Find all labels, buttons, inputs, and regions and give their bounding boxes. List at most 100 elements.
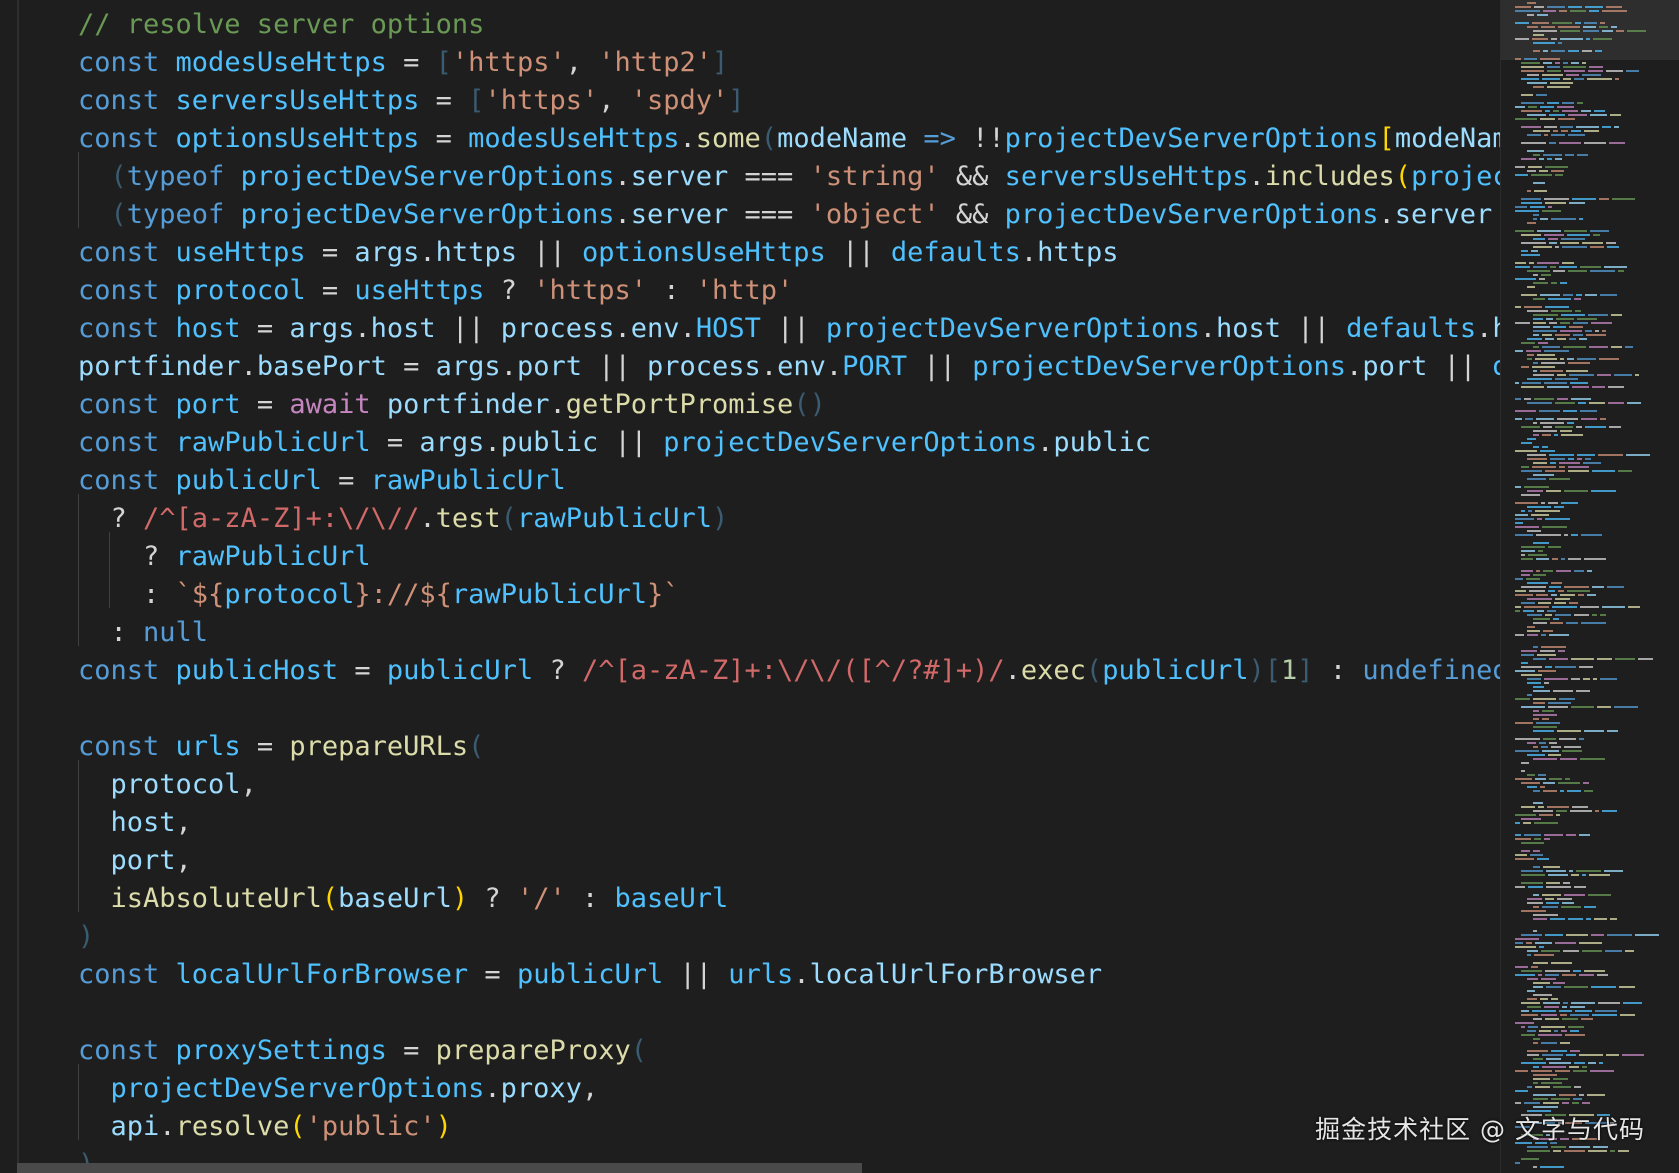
code-line[interactable]: const urls = prepareURLs( — [78, 728, 484, 766]
minimap-line — [1527, 490, 1543, 492]
minimap-line — [1521, 294, 1537, 296]
minimap-line — [1552, 558, 1558, 560]
minimap-line — [1533, 282, 1548, 284]
code-line[interactable]: ? rawPublicUrl — [78, 538, 371, 576]
minimap-line — [1527, 74, 1539, 76]
code-line[interactable]: const rawPublicUrl = args.public || proj… — [78, 424, 1151, 462]
minimap-line — [1515, 1090, 1528, 1092]
code-line[interactable]: : `${protocol}://${rawPublicUrl}` — [78, 576, 680, 614]
minimap-line — [1527, 694, 1532, 696]
code-token: process — [500, 313, 615, 344]
minimap-line — [1616, 30, 1624, 32]
code-line[interactable]: const port = await portfinder.getPortPro… — [78, 386, 826, 424]
minimap-line — [1549, 658, 1568, 660]
minimap-line — [1515, 814, 1536, 816]
minimap-line — [1515, 1102, 1521, 1104]
code-token: || — [598, 427, 664, 458]
minimap-line — [1579, 666, 1593, 668]
minimap-line — [1579, 974, 1594, 976]
code-line[interactable]: // resolve server options — [78, 6, 484, 44]
minimap-line — [1545, 202, 1566, 204]
code-line[interactable]: ) — [78, 918, 94, 956]
minimap[interactable] — [1500, 0, 1679, 1173]
minimap-line — [1536, 418, 1554, 420]
code-line[interactable]: (typeof projectDevServerOptions.server =… — [78, 196, 1500, 234]
minimap-line — [1527, 634, 1538, 636]
code-line[interactable]: projectDevServerOptions.proxy, — [78, 1070, 599, 1108]
code-line[interactable]: portfinder.basePort = args.port || proce… — [78, 348, 1500, 386]
minimap-line — [1555, 1070, 1570, 1072]
code-line[interactable]: const modesUseHttps = ['https', 'http2'] — [78, 44, 728, 82]
code-editor[interactable]: // resolve server options const modesUseH… — [0, 0, 1500, 1173]
minimap-line — [1591, 934, 1604, 936]
minimap-line — [1521, 602, 1535, 604]
minimap-line — [1605, 950, 1622, 952]
code-line[interactable]: const localUrlForBrowser = publicUrl || … — [78, 956, 1102, 994]
code-line[interactable]: const protocol = useHttps ? 'https' : 'h… — [78, 272, 793, 310]
minimap-line — [1544, 682, 1549, 684]
minimap-line — [1550, 622, 1563, 624]
code-line[interactable]: : null — [78, 614, 209, 652]
minimap-line — [1544, 678, 1568, 680]
code-line[interactable]: const host = args.host || process.env.HO… — [78, 310, 1500, 348]
minimap-line — [1548, 238, 1558, 240]
minimap-line — [1555, 334, 1570, 336]
code-line[interactable]: ? /^[a-zA-Z]+:\/\//.test(rawPublicUrl) — [78, 500, 729, 538]
minimap-line — [1524, 58, 1537, 60]
minimap-line — [1543, 738, 1556, 740]
code-line[interactable]: isAbsoluteUrl(baseUrl) ? '/' : baseUrl — [78, 880, 729, 918]
minimap-line — [1546, 882, 1560, 884]
code-token: : — [78, 617, 144, 648]
minimap-line — [1602, 126, 1611, 128]
minimap-line — [1527, 582, 1548, 584]
code-line[interactable]: host, — [78, 804, 192, 842]
code-token: rawPublicUrl — [175, 427, 371, 458]
minimap-line — [1538, 342, 1548, 344]
minimap-line — [1528, 166, 1542, 168]
minimap-line — [1554, 434, 1558, 436]
minimap-line — [1607, 246, 1619, 248]
minimap-line — [1569, 1146, 1590, 1148]
code-token: const — [78, 237, 176, 268]
code-token: || — [663, 959, 729, 990]
minimap-line — [1515, 10, 1540, 12]
minimap-line — [1515, 974, 1535, 976]
minimap-line — [1515, 382, 1519, 384]
code-line[interactable]: const publicUrl = rawPublicUrl — [78, 462, 566, 500]
minimap-line — [1546, 1058, 1561, 1060]
code-line[interactable]: const optionsUseHttps = modesUseHttps.so… — [78, 120, 1500, 158]
code-line[interactable]: protocol, — [78, 766, 257, 804]
minimap-line — [1524, 398, 1531, 400]
minimap-line — [1533, 238, 1545, 240]
minimap-line — [1515, 590, 1526, 592]
minimap-line — [1515, 698, 1530, 700]
minimap-line — [1550, 266, 1556, 268]
minimap-line — [1554, 602, 1566, 604]
minimap-line — [1545, 518, 1570, 520]
minimap-line — [1580, 410, 1597, 412]
code-line[interactable]: api.resolve('public') — [78, 1108, 452, 1146]
code-line[interactable]: port, — [78, 842, 192, 880]
code-line[interactable]: const serversUseHttps = ['https', 'spdy'… — [78, 82, 745, 120]
minimap-line — [1560, 282, 1567, 284]
minimap-line — [1521, 250, 1528, 252]
minimap-line — [1564, 534, 1568, 536]
minimap-line — [1524, 606, 1549, 608]
code-line[interactable]: const useHttps = args.https || optionsUs… — [78, 234, 1118, 272]
minimap-line — [1535, 358, 1557, 360]
minimap-line — [1545, 110, 1550, 112]
minimap-line — [1543, 866, 1560, 868]
minimap-line — [1527, 438, 1536, 440]
code-line[interactable]: const publicHost = publicUrl ? /^[a-zA-Z… — [78, 652, 1500, 690]
horizontal-scrollbar[interactable] — [17, 1163, 862, 1173]
minimap-line — [1568, 466, 1589, 468]
minimap-line — [1593, 1146, 1608, 1148]
code-line[interactable]: (typeof projectDevServerOptions.server =… — [78, 158, 1500, 196]
minimap-line — [1562, 110, 1578, 112]
code-line[interactable]: const proxySettings = prepareProxy( — [78, 1032, 647, 1070]
minimap-line — [1602, 30, 1613, 32]
code-token: . — [679, 123, 696, 154]
code-token: , — [565, 47, 599, 78]
minimap-line — [1532, 38, 1548, 40]
